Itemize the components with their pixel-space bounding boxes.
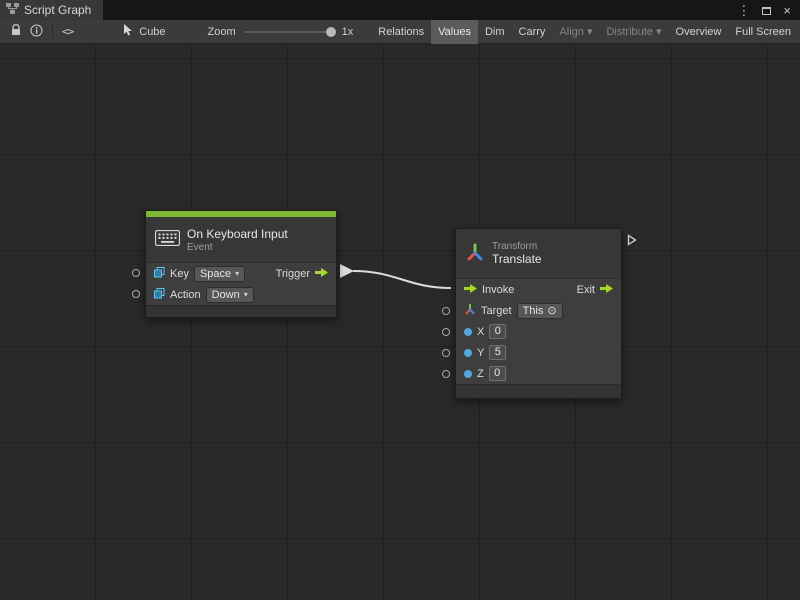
node-footer bbox=[146, 305, 336, 317]
enum-type-icon bbox=[154, 267, 165, 281]
graph-target-label: Cube bbox=[139, 26, 165, 38]
port-row-invoke-exit: Invoke Exit bbox=[456, 279, 621, 300]
enum-type-icon bbox=[154, 288, 165, 302]
port-z-input[interactable] bbox=[442, 370, 450, 378]
port-action-input[interactable] bbox=[132, 290, 140, 298]
node-on-keyboard-input[interactable]: On Keyboard Input Event Key Space ▾ Trig… bbox=[145, 210, 337, 318]
node-header: On Keyboard Input Event bbox=[146, 217, 336, 263]
script-graph-icon bbox=[6, 3, 19, 17]
port-target-input[interactable] bbox=[442, 307, 450, 315]
window-maximize-button[interactable] bbox=[762, 4, 771, 17]
target-value-chip[interactable]: This ⊙ bbox=[517, 303, 563, 319]
target-value: This bbox=[523, 305, 544, 317]
port-row-y: Y 5 bbox=[456, 342, 621, 363]
node-header: Transform Translate bbox=[456, 229, 621, 279]
edge-layer bbox=[0, 44, 800, 600]
x-value-field[interactable]: 0 bbox=[489, 324, 506, 339]
toolbar-button-values[interactable]: Values bbox=[431, 20, 478, 44]
cursor-icon bbox=[123, 24, 134, 40]
connection-arrowhead-icon bbox=[340, 264, 354, 278]
lock-button[interactable] bbox=[6, 22, 26, 42]
lock-icon bbox=[10, 24, 22, 40]
window-menu-button[interactable]: ⋮ bbox=[737, 4, 750, 17]
toolbar-button-carry[interactable]: Carry bbox=[512, 20, 553, 44]
key-dropdown[interactable]: Space ▾ bbox=[194, 266, 245, 282]
edit-code-button[interactable]: <> bbox=[58, 23, 77, 40]
graph-toolbar: <> Cube Zoom 1x Relations Values Dim Car… bbox=[0, 20, 800, 44]
key-dropdown-value: Space bbox=[200, 268, 231, 280]
toolbar-button-overview[interactable]: Overview bbox=[669, 20, 729, 44]
toolbar-button-fullscreen[interactable]: Full Screen bbox=[728, 20, 798, 44]
code-icon: <> bbox=[62, 25, 73, 38]
port-y-input[interactable] bbox=[442, 349, 450, 357]
connection-trigger-to-invoke[interactable] bbox=[353, 271, 451, 288]
tab-title: Script Graph bbox=[24, 3, 91, 17]
node-title: On Keyboard Input bbox=[187, 227, 288, 241]
target-port-label: Target bbox=[481, 305, 512, 317]
tab-script-graph[interactable]: Script Graph bbox=[0, 0, 103, 20]
node-translate[interactable]: Transform Translate Invoke Exit Target bbox=[455, 228, 622, 399]
float-port-icon bbox=[464, 328, 472, 336]
port-row-z: Z 0 bbox=[456, 363, 621, 384]
toolbar-button-distribute[interactable]: Distribute ▾ bbox=[599, 20, 668, 44]
port-exit-output[interactable] bbox=[627, 234, 637, 249]
graph-canvas[interactable]: On Keyboard Input Event Key Space ▾ Trig… bbox=[0, 44, 800, 600]
action-port-label: Action bbox=[170, 289, 201, 301]
action-dropdown[interactable]: Down ▾ bbox=[206, 287, 254, 303]
transform-mini-icon bbox=[464, 303, 476, 318]
chevron-down-icon: ▾ bbox=[235, 269, 239, 278]
chevron-down-icon: ▾ bbox=[244, 290, 248, 299]
port-key-input[interactable] bbox=[132, 269, 140, 277]
z-value-field[interactable]: 0 bbox=[489, 366, 506, 381]
zoom-label: Zoom bbox=[208, 26, 236, 38]
z-port-label: Z bbox=[477, 368, 484, 380]
info-icon bbox=[30, 24, 43, 40]
toolbar-button-dim[interactable]: Dim bbox=[478, 20, 512, 44]
y-value-field[interactable]: 5 bbox=[489, 345, 506, 360]
node-footer bbox=[456, 384, 621, 398]
float-port-icon bbox=[464, 349, 472, 357]
exit-flow-arrow-icon[interactable] bbox=[600, 284, 613, 296]
zoom-slider-track bbox=[244, 31, 336, 33]
window-controls: ⋮ × bbox=[737, 0, 800, 20]
transform-icon bbox=[465, 242, 485, 265]
port-x-input[interactable] bbox=[442, 328, 450, 336]
maximize-icon bbox=[762, 7, 771, 15]
port-row-x: X 0 bbox=[456, 321, 621, 342]
window-close-button[interactable]: × bbox=[783, 4, 791, 17]
port-row-action: Action Down ▾ bbox=[146, 284, 336, 305]
port-row-key: Key Space ▾ Trigger bbox=[146, 263, 336, 284]
zoom-value: 1x bbox=[342, 26, 354, 38]
trigger-flow-arrow-icon[interactable] bbox=[315, 268, 328, 280]
toolbar-buttons: Relations Values Dim Carry Align ▾ Distr… bbox=[371, 20, 798, 44]
x-port-label: X bbox=[477, 326, 484, 338]
action-dropdown-value: Down bbox=[212, 289, 240, 301]
toolbar-separator bbox=[52, 24, 53, 39]
port-row-target: Target This ⊙ bbox=[456, 300, 621, 321]
key-port-label: Key bbox=[170, 268, 189, 280]
keyboard-icon bbox=[155, 230, 180, 249]
self-target-icon: ⊙ bbox=[547, 304, 556, 317]
toolbar-button-align[interactable]: Align ▾ bbox=[552, 20, 599, 44]
window-titlebar: Script Graph ⋮ × bbox=[0, 0, 800, 20]
info-button[interactable] bbox=[26, 22, 47, 42]
graph-target[interactable]: Cube bbox=[123, 24, 165, 40]
zoom-slider[interactable] bbox=[244, 25, 336, 39]
invoke-flow-arrow-icon[interactable] bbox=[464, 284, 477, 296]
zoom-slider-handle[interactable] bbox=[326, 27, 336, 37]
node-category: Transform bbox=[492, 241, 542, 252]
node-subtitle: Event bbox=[187, 242, 288, 253]
node-title: Translate bbox=[492, 252, 542, 266]
exit-port-label: Exit bbox=[577, 284, 595, 296]
invoke-port-label: Invoke bbox=[482, 284, 514, 296]
toolbar-button-relations[interactable]: Relations bbox=[371, 20, 431, 44]
y-port-label: Y bbox=[477, 347, 484, 359]
float-port-icon bbox=[464, 370, 472, 378]
trigger-port-label: Trigger bbox=[276, 268, 310, 280]
